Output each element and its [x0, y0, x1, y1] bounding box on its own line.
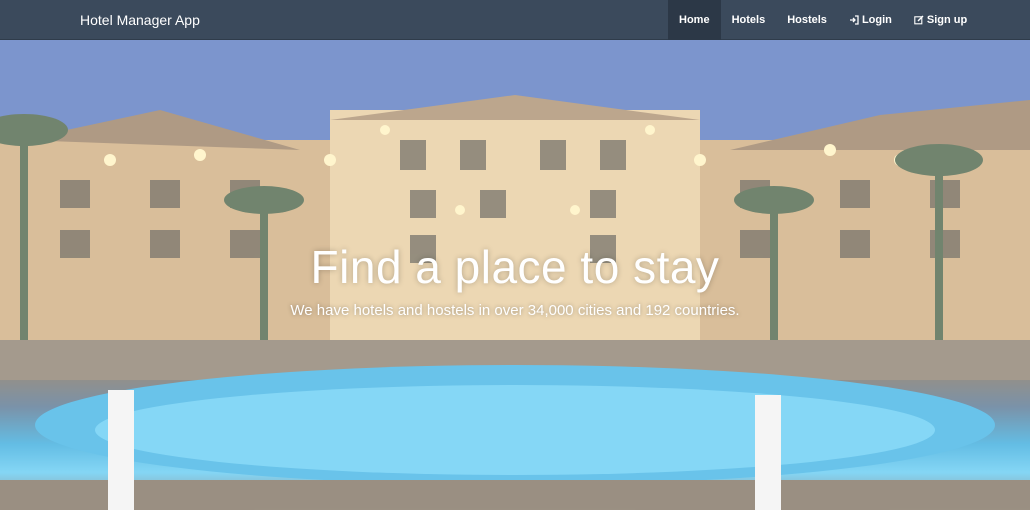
hero-section: Find a place to stay We have hotels and … [0, 40, 1030, 510]
nav-item-hostels[interactable]: Hostels [776, 0, 838, 40]
navbar: Hotel Manager App Home Hotels Hostels Lo… [0, 0, 1030, 40]
nav-item-label: Home [679, 14, 710, 26]
nav-item-signup[interactable]: Sign up [903, 0, 978, 40]
nav-item-label: Hotels [731, 14, 766, 26]
hero-subtitle: We have hotels and hostels in over 34,00… [290, 302, 740, 319]
nav-item-label: Sign up [926, 14, 968, 26]
nav-item-hotels[interactable]: Hotels [721, 0, 777, 40]
nav-item-label: Login [861, 14, 892, 26]
hero-title: Find a place to stay [310, 241, 720, 293]
edit-icon [914, 15, 924, 25]
nav-item-home[interactable]: Home [668, 0, 721, 40]
nav-item-login[interactable]: Login [838, 0, 903, 40]
login-icon [849, 15, 859, 25]
nav-item-label: Hostels [787, 14, 827, 26]
brand-link[interactable]: Hotel Manager App [80, 0, 200, 40]
nav-list: Home Hotels Hostels Login Sign up [668, 0, 978, 40]
